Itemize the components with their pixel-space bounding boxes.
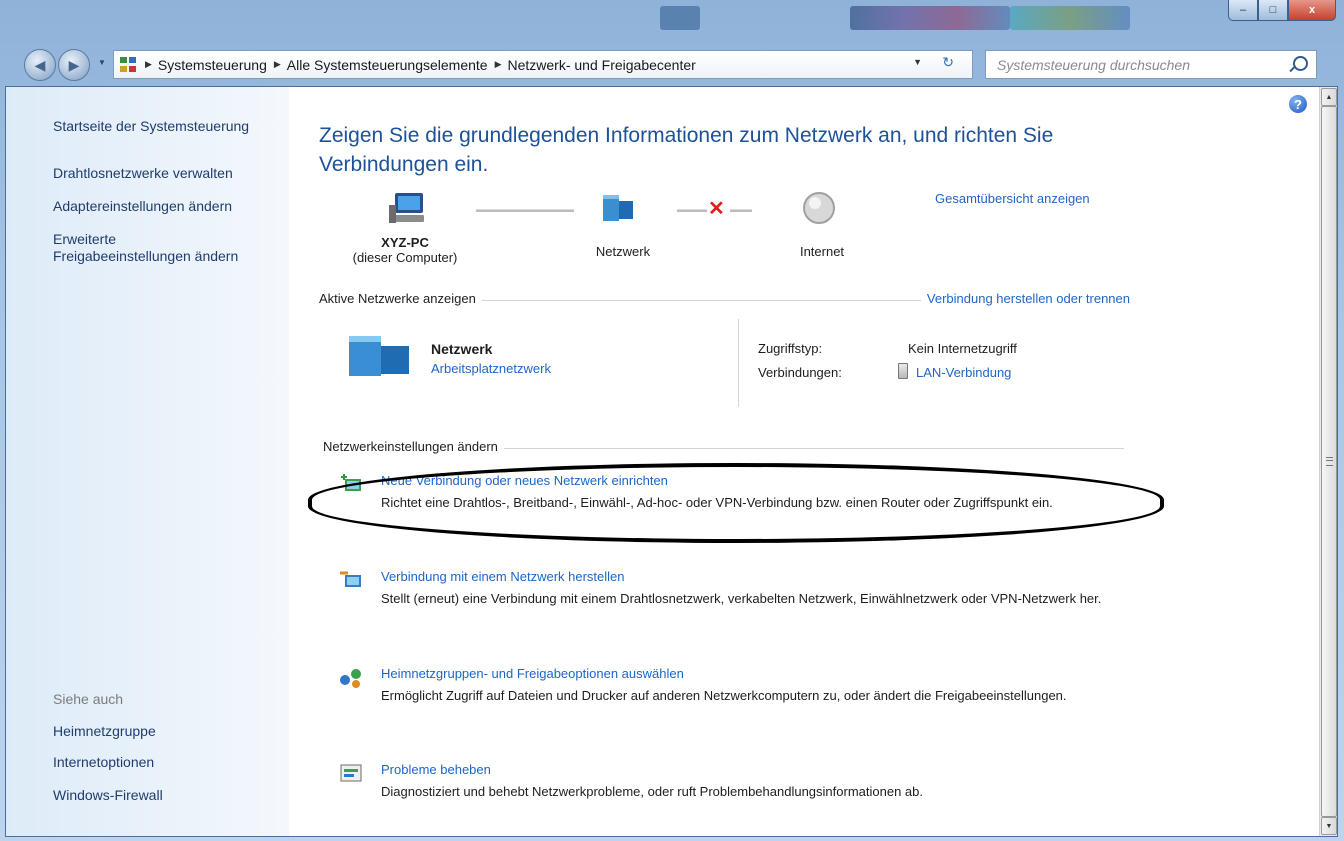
back-arrow-icon: ◀ [34, 56, 46, 73]
active-networks-title: Aktive Netzwerke anzeigen [319, 291, 482, 306]
address-bar[interactable]: ▶ Systemsteuerung ▶ Alle Systemsteuerungs… [113, 50, 973, 79]
breadcrumb-item[interactable]: Systemsteuerung ▶ [158, 57, 287, 73]
overview-link[interactable]: Gesamtübersicht anzeigen [935, 191, 1090, 206]
breadcrumb-item[interactable]: Alle Systemsteuerungselemente ▶ [287, 57, 508, 73]
lan-connection-link[interactable]: LAN-Verbindung [916, 365, 1011, 380]
address-dropdown[interactable]: ▼ [913, 57, 922, 67]
forward-button[interactable]: ▶ [58, 49, 90, 81]
scroll-up-button[interactable]: ▲ [1321, 88, 1337, 106]
homegroup-icon [340, 669, 361, 688]
see-also-title: Siehe auch [53, 691, 124, 707]
node-internet-label[interactable]: Internet [787, 244, 857, 259]
computer-icon [389, 193, 424, 223]
task-description: Stellt (erneut) eine Verbindung mit eine… [381, 591, 1102, 606]
connect-network-icon [340, 571, 361, 587]
sidebar-item-internet-options[interactable]: Internetoptionen [53, 754, 154, 771]
task-description: Ermöglicht Zugriff auf Dateien und Druck… [381, 688, 1067, 703]
network-building-icon [349, 336, 409, 376]
connect-disconnect-link[interactable]: Verbindung herstellen oder trennen [920, 291, 1130, 306]
task-description: Diagnostiziert und behebt Netzwerkproble… [381, 784, 923, 799]
sidebar-item-wireless[interactable]: Drahtlosnetzwerke verwalten [53, 165, 233, 182]
sidebar-item-adapter[interactable]: Adaptereinstellungen ändern [53, 198, 232, 215]
access-type-label: Zugriffstyp: [758, 341, 823, 356]
blurred-desktop-strip [850, 6, 1010, 30]
breadcrumb-item[interactable]: Netzwerk- und Freigabecenter [508, 57, 696, 73]
task-link[interactable]: Probleme beheben [381, 762, 1111, 777]
title-bar[interactable]: – □ x [0, 0, 1344, 46]
sidebar-item-homegroup[interactable]: Heimnetzgruppe [53, 723, 156, 740]
minimize-button[interactable]: – [1228, 0, 1258, 21]
network-name: Netzwerk [431, 341, 493, 357]
new-connection-icon [341, 474, 361, 491]
blurred-desktop-strip [1010, 6, 1130, 30]
search-box[interactable] [985, 50, 1317, 79]
task-homegroup: Heimnetzgruppen- und Freigabeoptionen au… [340, 666, 1111, 705]
maximize-button[interactable]: □ [1258, 0, 1288, 21]
main-pane: Zeigen Sie die grundlegenden Information… [289, 87, 1309, 836]
connection-line [476, 209, 574, 212]
connections-label: Verbindungen: [758, 365, 842, 380]
task-new-connection: Neue Verbindung oder neues Netzwerk einr… [341, 473, 1111, 512]
network-icon [603, 195, 633, 221]
task-connect-network: Verbindung mit einem Netzwerk herstellen… [340, 569, 1111, 608]
network-settings-title: Netzwerkeinstellungen ändern [323, 439, 504, 454]
network-type-link[interactable]: Arbeitsplatznetzwerk [431, 361, 551, 376]
node-computer-label[interactable]: XYZ-PC (dieser Computer) [345, 235, 465, 265]
sidebar-home-link[interactable]: Startseite der Systemsteuerung [53, 118, 249, 135]
maximize-icon: □ [1269, 4, 1277, 16]
task-description: Richtet eine Drahtlos-, Breitband-, Einw… [381, 495, 1053, 510]
recent-pages-dropdown[interactable]: ▼ [98, 58, 106, 67]
connection-line [677, 209, 707, 212]
troubleshoot-icon [340, 764, 362, 782]
search-input[interactable] [995, 55, 1289, 74]
node-computer-sub: (dieser Computer) [352, 250, 458, 265]
forward-arrow-icon: ▶ [68, 56, 80, 73]
breadcrumb-root-arrow[interactable]: ▶ [138, 59, 158, 70]
blurred-desktop-strip [660, 6, 700, 30]
node-computer-name: XYZ-PC [381, 235, 429, 250]
task-troubleshoot: Probleme beheben Diagnostiziert und behe… [340, 762, 1111, 801]
scrollbar-grip-icon [1326, 457, 1333, 466]
navigation-bar: ◀ ▶ ▼ ▶ Systemsteuerung ▶ Alle Systemsteu… [0, 46, 1344, 86]
sidebar: Startseite der Systemsteuerung Drahtlosn… [6, 87, 289, 836]
connection-line [730, 209, 752, 212]
control-panel-icon [118, 56, 138, 74]
close-button[interactable]: x [1288, 0, 1336, 21]
close-icon: x [1308, 4, 1316, 16]
scrollbar-thumb[interactable] [1321, 106, 1337, 817]
task-link[interactable]: Heimnetzgruppen- und Freigabeoptionen au… [381, 666, 1111, 681]
no-connection-x-icon: ✕ [708, 198, 725, 220]
search-icon[interactable] [1293, 56, 1308, 71]
refresh-icon[interactable]: ↻ [942, 54, 954, 71]
explorer-window: – □ x ◀ ▶ ▼ ▶ Systemsteuerung ▶ Alle Syst… [0, 0, 1344, 841]
sidebar-item-firewall[interactable]: Windows-Firewall [53, 787, 163, 804]
task-link[interactable]: Neue Verbindung oder neues Netzwerk einr… [381, 473, 1111, 488]
access-type-value: Kein Internetzugriff [908, 341, 1017, 356]
globe-icon [803, 192, 835, 224]
sidebar-item-sharing[interactable]: Erweiterte Freigabeeinstellungen ändern [53, 231, 238, 265]
section-vertical-divider [738, 319, 739, 407]
vertical-scrollbar[interactable]: ▲ ▼ [1319, 87, 1337, 836]
lan-plug-icon [898, 363, 908, 379]
content-area: Startseite der Systemsteuerung Drahtlosn… [5, 86, 1338, 837]
window-controls: – □ x [1228, 0, 1336, 21]
node-network-label[interactable]: Netzwerk [573, 244, 673, 259]
page-heading: Zeigen Sie die grundlegenden Information… [319, 124, 1054, 176]
scroll-down-button[interactable]: ▼ [1321, 817, 1337, 835]
back-button[interactable]: ◀ [24, 49, 56, 81]
minimize-icon: – [1239, 4, 1247, 16]
task-link[interactable]: Verbindung mit einem Netzwerk herstellen [381, 569, 1111, 584]
help-icon[interactable]: ? [1289, 95, 1307, 113]
